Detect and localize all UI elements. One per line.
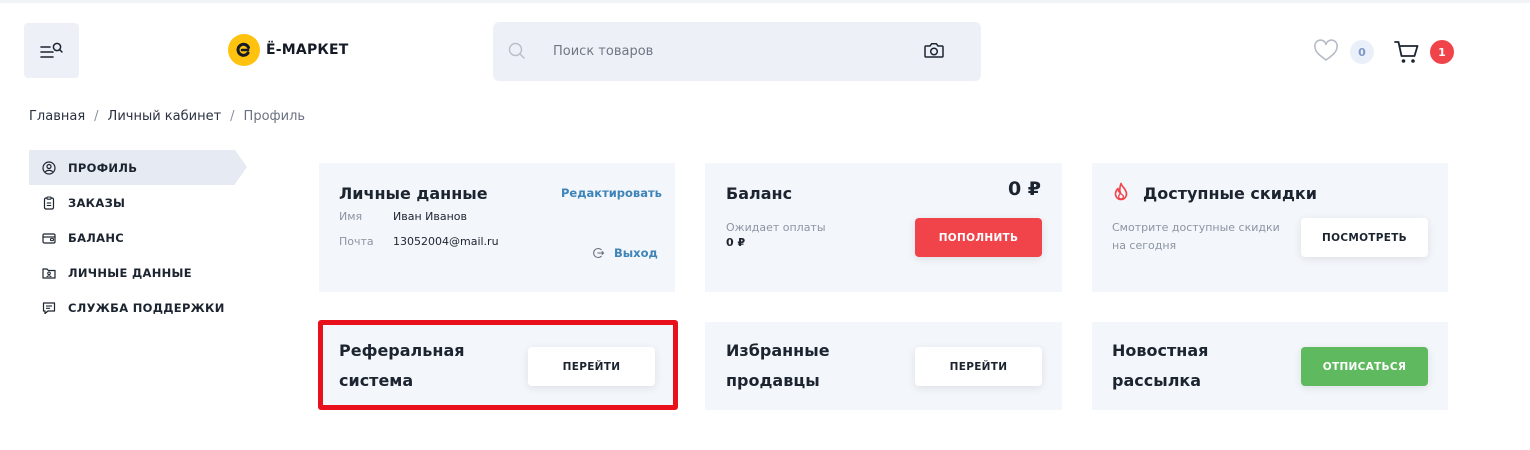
sidebar-item-label: ЛИЧНЫЕ ДАННЫЕ bbox=[68, 265, 192, 280]
top-up-button[interactable]: ПОПОЛНИТЬ bbox=[915, 218, 1042, 257]
cart-icon[interactable] bbox=[1393, 39, 1421, 65]
breadcrumb-separator: / bbox=[94, 109, 99, 124]
referral-card: Реферальная система ПЕРЕЙТИ bbox=[319, 322, 675, 410]
breadcrumb-home[interactable]: Главная bbox=[29, 109, 85, 124]
balance-card: Баланс 0 ₽ Ожидает оплаты 0 ₽ ПОПОЛНИТЬ bbox=[705, 163, 1062, 292]
discounts-title: Доступные скидки bbox=[1143, 184, 1317, 203]
camera-icon[interactable] bbox=[923, 40, 945, 60]
balance-amount: 0 ₽ bbox=[1007, 178, 1041, 200]
unsubscribe-button[interactable]: ОТПИСАТЬСЯ bbox=[1301, 347, 1428, 386]
personal-data-card: Личные данные Редактировать Имя Иван Ива… bbox=[319, 163, 675, 292]
search-bar bbox=[493, 22, 981, 81]
name-value: Иван Иванов bbox=[393, 210, 467, 223]
folder-user-icon bbox=[42, 266, 56, 280]
logo-mark-icon bbox=[228, 34, 260, 66]
sidebar-item-personal-data[interactable]: ЛИЧНЫЕ ДАННЫЕ bbox=[29, 255, 251, 290]
clipboard-icon bbox=[42, 195, 56, 210]
referral-go-button[interactable]: ПЕРЕЙТИ bbox=[528, 347, 655, 386]
sellers-title-line1: Избранные bbox=[726, 341, 830, 360]
wallet-icon bbox=[42, 231, 56, 245]
sidebar-item-balance[interactable]: БАЛАНС bbox=[29, 220, 251, 255]
breadcrumb-current: Профиль bbox=[243, 109, 306, 124]
newsletter-title-line2: рассылка bbox=[1112, 371, 1202, 390]
top-strip bbox=[0, 0, 1530, 3]
sidebar-item-label: ПРОФИЛЬ bbox=[68, 160, 138, 175]
discounts-text-line2: на сегодня bbox=[1112, 239, 1177, 252]
referral-title-line1: Реферальная bbox=[339, 341, 465, 360]
sidebar-item-orders[interactable]: ЗАКАЗЫ bbox=[29, 185, 251, 220]
catalog-menu-button[interactable] bbox=[24, 23, 79, 78]
referral-title-line2: система bbox=[339, 371, 414, 390]
logout-icon bbox=[593, 247, 605, 259]
newsletter-card: Новостная рассылка ОТПИСАТЬСЯ bbox=[1092, 322, 1448, 410]
name-label: Имя bbox=[339, 210, 363, 223]
sidebar-item-label: БАЛАНС bbox=[68, 230, 124, 245]
logo[interactable]: Ё-МАРКЕТ bbox=[228, 34, 349, 66]
email-value: 13052004@mail.ru bbox=[393, 235, 499, 248]
breadcrumb-separator: / bbox=[230, 109, 235, 124]
sidebar-item-label: СЛУЖБА ПОДДЕРЖКИ bbox=[68, 300, 225, 315]
favorites-count-badge: 0 bbox=[1350, 40, 1374, 64]
sidebar-item-support[interactable]: СЛУЖБА ПОДДЕРЖКИ bbox=[29, 290, 251, 325]
search-input[interactable] bbox=[553, 39, 913, 63]
personal-data-title: Личные данные bbox=[339, 184, 488, 203]
chat-icon bbox=[42, 301, 56, 315]
heart-icon[interactable] bbox=[1313, 39, 1339, 63]
sidebar-item-profile[interactable]: ПРОФИЛЬ bbox=[29, 150, 247, 185]
logo-text: Ё-МАРКЕТ bbox=[266, 42, 349, 58]
pending-label: Ожидает оплаты bbox=[726, 221, 826, 234]
logout-link[interactable]: Выход bbox=[593, 246, 658, 260]
sidebar-item-label: ЗАКАЗЫ bbox=[68, 195, 126, 210]
sellers-go-button[interactable]: ПЕРЕЙТИ bbox=[915, 347, 1042, 386]
search-icon[interactable] bbox=[508, 42, 526, 60]
favorite-sellers-card: Избранные продавцы ПЕРЕЙТИ bbox=[705, 322, 1062, 410]
view-discounts-button[interactable]: ПОСМОТРЕТЬ bbox=[1301, 218, 1428, 257]
balance-title: Баланс bbox=[726, 184, 793, 203]
pending-value: 0 ₽ bbox=[726, 236, 746, 249]
discounts-card: Доступные скидки Смотрите доступные скид… bbox=[1092, 163, 1448, 292]
menu-search-icon bbox=[39, 42, 63, 58]
edit-profile-link[interactable]: Редактировать bbox=[561, 186, 662, 200]
logout-label: Выход bbox=[614, 246, 658, 260]
sellers-title-line2: продавцы bbox=[726, 371, 820, 390]
email-label: Почта bbox=[339, 235, 374, 248]
fire-icon bbox=[1114, 182, 1128, 201]
newsletter-title-line1: Новостная bbox=[1112, 341, 1209, 360]
cart-count-badge: 1 bbox=[1430, 40, 1454, 64]
account-sidebar: ПРОФИЛЬ ЗАКАЗЫ БАЛАНС ЛИЧНЫЕ ДАННЫЕ СЛУЖ… bbox=[29, 150, 251, 325]
user-circle-icon bbox=[42, 160, 56, 175]
discounts-text-line1: Смотрите доступные скидки bbox=[1112, 221, 1280, 234]
breadcrumb: Главная / Личный кабинет / Профиль bbox=[29, 109, 305, 124]
breadcrumb-account[interactable]: Личный кабинет bbox=[108, 109, 222, 124]
